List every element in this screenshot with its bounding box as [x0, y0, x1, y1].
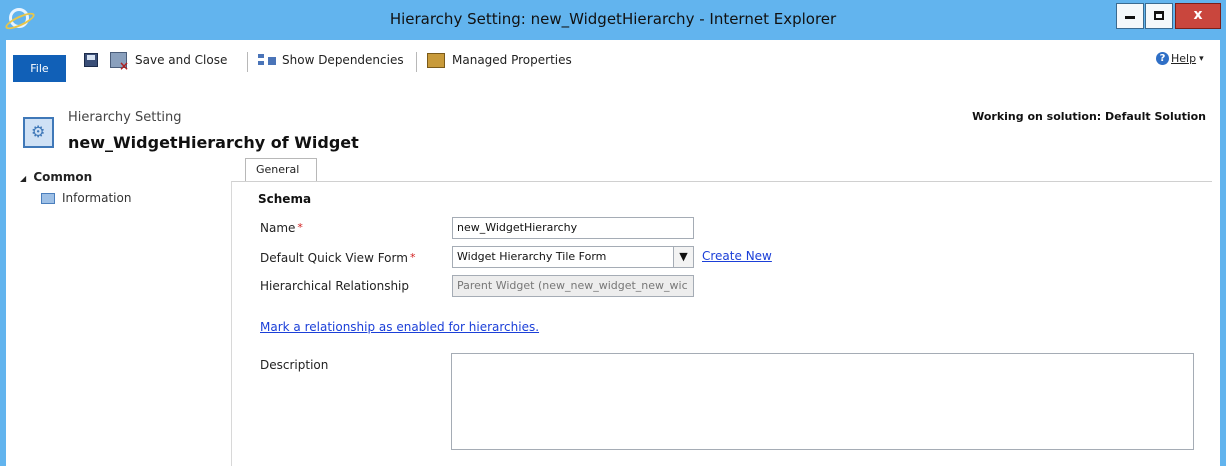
- managed-properties-button[interactable]: Managed Properties: [427, 50, 572, 70]
- form-icon: [41, 192, 55, 204]
- section-title: Schema: [258, 192, 312, 206]
- hierarchical-relationship-field[interactable]: Parent Widget (new_new_widget_new_wic: [452, 275, 694, 297]
- show-dependencies-button[interactable]: Show Dependencies: [258, 50, 404, 70]
- description-label: Description: [260, 358, 329, 372]
- managed-properties-label: Managed Properties: [452, 53, 572, 67]
- command-bar: File Save and Close Show Dependencies Ma…: [6, 40, 1220, 86]
- hierarchical-relationship-label: Hierarchical Relationship: [260, 279, 409, 293]
- enable-hierarchy-link[interactable]: Mark a relationship as enabled for hiera…: [260, 320, 539, 334]
- help-icon: ?: [1156, 52, 1169, 65]
- solution-indicator: Working on solution: Default Solution: [972, 110, 1206, 123]
- dependencies-icon: [258, 53, 276, 67]
- left-navigation: ◢ Common Information: [6, 160, 228, 466]
- show-dependencies-label: Show Dependencies: [282, 53, 404, 67]
- required-marker: *: [297, 221, 303, 234]
- chevron-down-icon[interactable]: ▼: [673, 247, 693, 267]
- name-field[interactable]: new_WidgetHierarchy: [452, 217, 694, 239]
- save-and-close-button[interactable]: Save and Close: [110, 50, 228, 73]
- minimize-button[interactable]: [1116, 3, 1144, 29]
- tab-general[interactable]: General: [245, 158, 317, 182]
- window-title: Hierarchy Setting: new_WidgetHierarchy -…: [389, 10, 837, 28]
- maximize-button[interactable]: [1145, 3, 1173, 29]
- minimize-icon: [1125, 16, 1135, 19]
- managed-properties-icon: [427, 52, 445, 68]
- form-body: Schema Name * new_WidgetHierarchy Default…: [231, 181, 1212, 466]
- entity-type-label: Hierarchy Setting: [68, 110, 182, 125]
- quick-view-form-label-text: Default Quick View Form: [260, 251, 408, 265]
- hierarchy-setting-icon: [23, 117, 54, 148]
- quick-view-form-label: Default Quick View Form *: [260, 251, 415, 265]
- toolbar-separator: [247, 52, 248, 72]
- close-icon: x: [1193, 7, 1203, 23]
- help-button[interactable]: ? Help ▾: [1156, 52, 1204, 65]
- title-bar[interactable]: Hierarchy Setting: new_WidgetHierarchy -…: [0, 0, 1226, 40]
- save-button[interactable]: [84, 50, 98, 70]
- required-marker: *: [409, 251, 416, 264]
- maximize-icon: [1154, 11, 1164, 20]
- nav-item-information[interactable]: Information: [41, 191, 131, 205]
- page-title: new_WidgetHierarchy of Widget: [68, 133, 359, 152]
- file-button[interactable]: File: [13, 55, 66, 82]
- nav-item-label: Information: [62, 191, 132, 205]
- create-new-link[interactable]: Create New: [702, 249, 772, 263]
- description-field[interactable]: [451, 353, 1194, 450]
- nav-section-common[interactable]: ◢ Common: [20, 170, 92, 184]
- toolbar-separator: [416, 52, 417, 72]
- save-and-close-label: Save and Close: [135, 53, 228, 67]
- save-and-close-icon: [110, 52, 129, 73]
- quick-view-form-select[interactable]: Widget Hierarchy Tile Form ▼: [452, 246, 694, 268]
- name-label: Name *: [260, 221, 303, 235]
- name-label-text: Name: [260, 221, 296, 235]
- quick-view-form-value: Widget Hierarchy Tile Form: [457, 250, 607, 263]
- collapse-arrow-icon: ◢: [20, 174, 27, 183]
- close-button[interactable]: x: [1175, 3, 1221, 29]
- save-icon: [84, 53, 98, 67]
- help-label: Help: [1171, 52, 1197, 65]
- nav-section-label: Common: [33, 170, 93, 184]
- chevron-down-icon: ▾: [1199, 53, 1204, 64]
